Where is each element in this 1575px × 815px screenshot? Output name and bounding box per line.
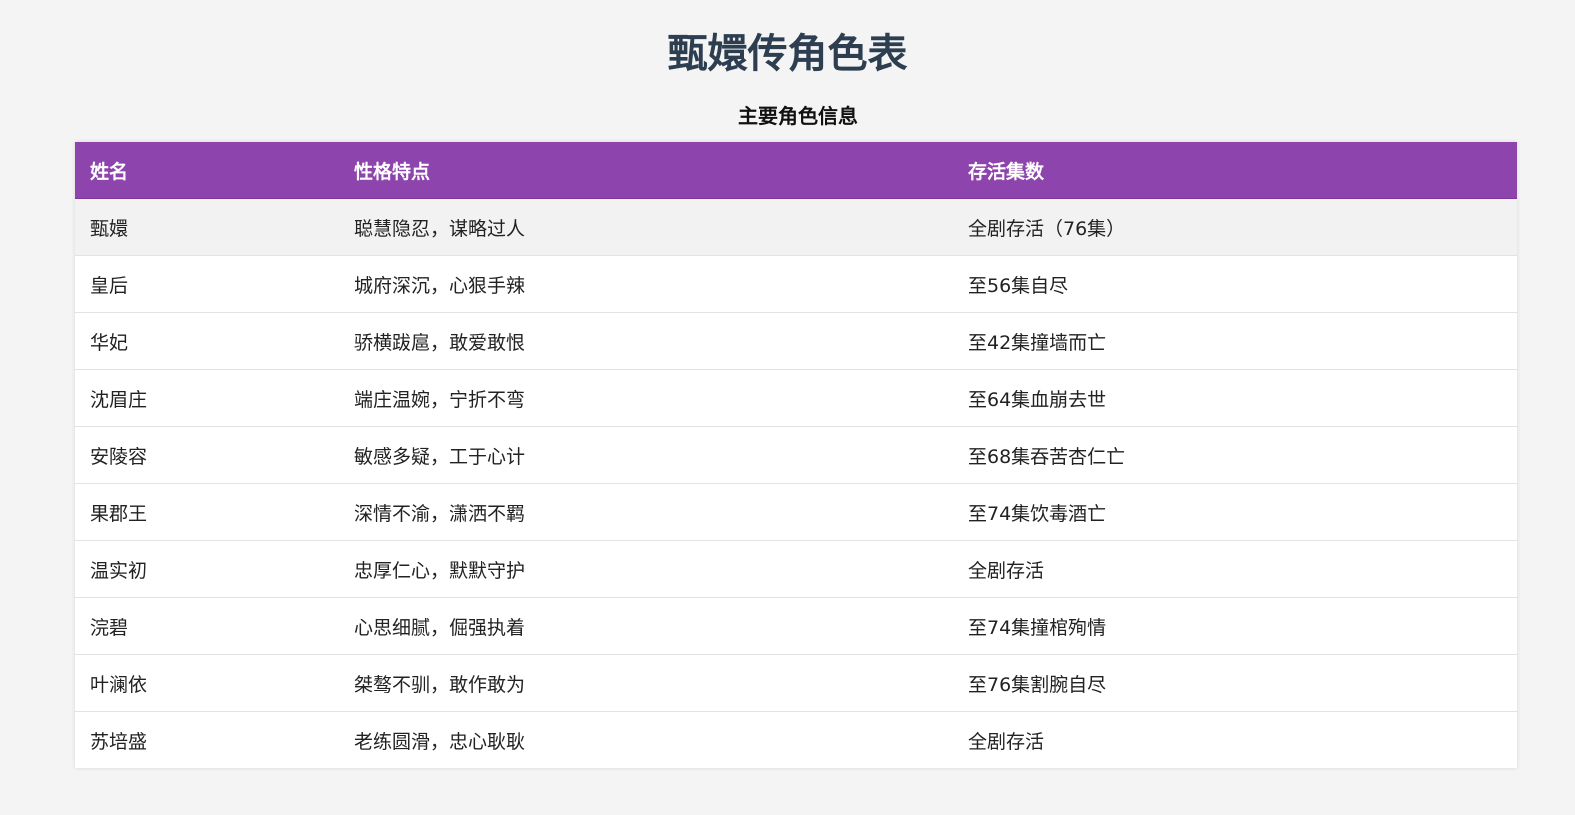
- cell-survival: 至42集撞墙而亡: [953, 312, 1517, 370]
- table-caption: 主要角色信息: [738, 104, 858, 128]
- cell-name: 温实初: [75, 540, 339, 598]
- cell-survival: 至74集饮毒酒亡: [953, 483, 1517, 541]
- cell-survival: 至74集撞棺殉情: [953, 597, 1517, 655]
- cell-name: 安陵容: [75, 426, 339, 484]
- character-table-container: 姓名 性格特点 存活集数 甄嬛 聪慧隐忍，谋略过人 全剧存活（76集） 皇后 城…: [75, 142, 1517, 768]
- column-header-survival: 存活集数: [953, 142, 1517, 199]
- cell-survival: 全剧存活: [953, 540, 1517, 598]
- cell-survival: 至64集血崩去世: [953, 369, 1517, 427]
- table-row: 果郡王 深情不渝，潇洒不羁 至74集饮毒酒亡: [75, 483, 1517, 541]
- table-row: 沈眉庄 端庄温婉，宁折不弯 至64集血崩去世: [75, 369, 1517, 427]
- table-row: 叶澜依 桀骜不驯，敢作敢为 至76集割腕自尽: [75, 654, 1517, 712]
- page-title: 甄嬛传角色表: [667, 31, 908, 77]
- cell-personality: 忠厚仁心，默默守护: [339, 540, 953, 598]
- table-row: 温实初 忠厚仁心，默默守护 全剧存活: [75, 540, 1517, 598]
- cell-personality: 深情不渝，潇洒不羁: [339, 483, 953, 541]
- cell-personality: 心思细腻，倔强执着: [339, 597, 953, 655]
- table-header: 姓名 性格特点 存活集数: [75, 142, 1517, 199]
- cell-name: 果郡王: [75, 483, 339, 541]
- table-row: 甄嬛 聪慧隐忍，谋略过人 全剧存活（76集）: [75, 198, 1517, 256]
- table-body: 甄嬛 聪慧隐忍，谋略过人 全剧存活（76集） 皇后 城府深沉，心狠手辣 至56集…: [75, 198, 1517, 769]
- cell-personality: 城府深沉，心狠手辣: [339, 255, 953, 313]
- cell-name: 叶澜依: [75, 654, 339, 712]
- table-header-row: 姓名 性格特点 存活集数: [75, 142, 1517, 199]
- table-row: 华妃 骄横跋扈，敢爱敢恨 至42集撞墙而亡: [75, 312, 1517, 370]
- cell-name: 皇后: [75, 255, 339, 313]
- cell-survival: 全剧存活（76集）: [953, 198, 1517, 256]
- cell-name: 沈眉庄: [75, 369, 339, 427]
- cell-survival: 至56集自尽: [953, 255, 1517, 313]
- table-row: 浣碧 心思细腻，倔强执着 至74集撞棺殉情: [75, 597, 1517, 655]
- character-table: 姓名 性格特点 存活集数 甄嬛 聪慧隐忍，谋略过人 全剧存活（76集） 皇后 城…: [75, 142, 1517, 768]
- cell-survival: 至68集吞苦杏仁亡: [953, 426, 1517, 484]
- cell-personality: 敏感多疑，工于心计: [339, 426, 953, 484]
- cell-personality: 端庄温婉，宁折不弯: [339, 369, 953, 427]
- cell-survival: 全剧存活: [968, 730, 1045, 753]
- cell-personality: 桀骜不驯，敢作敢为: [339, 654, 953, 712]
- column-header-name: 姓名: [75, 142, 339, 199]
- column-header-personality: 性格特点: [339, 142, 953, 199]
- cell-name: 甄嬛: [75, 198, 339, 256]
- cell-personality: 骄横跋扈，敢爱敢恨: [339, 312, 953, 370]
- cell-personality: 聪慧隐忍，谋略过人: [339, 198, 953, 256]
- table-row: 安陵容 敏感多疑，工于心计 至68集吞苦杏仁亡: [75, 426, 1517, 484]
- cell-name: 苏培盛: [90, 730, 148, 753]
- cell-survival: 至76集割腕自尽: [953, 654, 1517, 712]
- cell-name: 浣碧: [75, 597, 339, 655]
- cell-personality: 老练圆滑，忠心耿耿: [354, 730, 526, 753]
- table-row: 皇后 城府深沉，心狠手辣 至56集自尽: [75, 255, 1517, 313]
- page: 甄嬛传角色表 主要角色信息 姓名 性格特点 存活集数 甄嬛 聪慧隐忍，谋略过人 …: [0, 0, 1575, 815]
- table-row: 苏培盛 老练圆滑，忠心耿耿 全剧存活: [75, 712, 1517, 769]
- cell-name: 华妃: [75, 312, 339, 370]
